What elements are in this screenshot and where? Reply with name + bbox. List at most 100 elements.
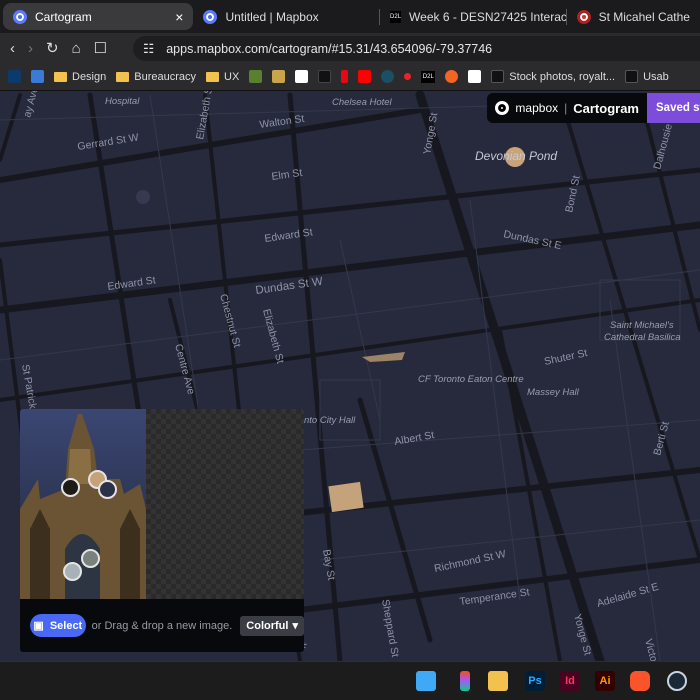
windows-start-icon[interactable] [416,671,436,691]
bookmark-label: Usab [643,70,669,83]
color-swatch-3[interactable] [98,480,117,499]
tab-label: Cartogram [35,9,92,24]
tab-st-michael[interactable]: St Micahel Cathe [567,3,700,30]
drag-drop-hint: or Drag & drop a new image. [91,619,233,632]
map-label: Edward St [264,226,314,245]
home-icon[interactable]: ⌂ [72,40,81,57]
color-swatch-5[interactable] [63,562,82,581]
mapbox-brand: mapbox | Cartogram [487,93,647,123]
product-name: Cartogram [573,100,639,116]
bookmark-icon[interactable]: ☐ [94,39,107,57]
netflix-bookmark-icon[interactable] [341,70,349,83]
photoshop-icon[interactable]: Ps [525,671,545,691]
select-label: Select [49,619,83,632]
reload-icon[interactable]: ↻ [46,39,59,57]
bookmark-folder-ux[interactable]: UX [206,71,239,83]
color-swatch-4[interactable] [81,549,100,568]
forward-icon[interactable]: › [28,40,33,57]
disney-bookmark-icon[interactable] [381,70,395,83]
amazon-bookmark-icon[interactable] [295,70,309,83]
bookmark-stock-photos[interactable]: Stock photos, royalt... [491,70,615,83]
style-value: Colorful [246,619,289,632]
map-label: Cathedral Basilica [604,332,681,343]
map-label: Shuter St [543,347,588,368]
bookmark-folder-bureaucracy[interactable]: Bureaucracy [116,71,196,83]
bookmark-label: UX [224,70,240,83]
tab-label: St Micahel Cathe [598,9,690,24]
map-label: Hospital [105,96,140,107]
map-label: Bay St [320,548,337,581]
tab-strip: Cartogram × Untitled | Mapbox D2L Week 6 -… [0,0,700,33]
select-image-button[interactable]: ▣ Select [30,614,86,637]
map-label: Adelaide St E [596,581,660,610]
folder-icon [116,71,130,82]
site-icon [576,9,591,24]
map-label: Elizabeth St [194,91,216,141]
map-label: Devonian Pond [475,149,557,163]
saved-styles-button[interactable]: Saved sty [647,93,700,123]
cathedral-illustration [20,414,146,599]
tab-untitled-mapbox[interactable]: Untitled | Mapbox [193,3,379,30]
caret-down-icon: ▾ [292,620,298,632]
map-label: Saint Michael's [610,320,674,331]
photoshop-bookmark-icon[interactable] [8,70,21,83]
brave-icon[interactable] [630,671,650,691]
map-label: Chestnut St [217,293,243,349]
figma-icon[interactable] [460,671,470,691]
illustrator-icon[interactable]: Ai [595,671,615,691]
tab-label: Week 6 - DESN27425 Interaction Des [409,9,566,24]
style-dropdown[interactable]: Colorful ▾ [240,615,304,636]
mapbox-logo-text: mapbox [515,101,559,115]
bookmark-label: Design [72,70,107,83]
map-label: Albert St [393,429,435,448]
taskbar: Ps Id Ai [0,661,700,700]
url-text[interactable]: apps.mapbox.com/cartogram/#15.31/43.6540… [166,42,492,56]
stock-icon [491,70,505,83]
map-label: Chelsea Hotel [332,97,393,108]
bookmark-icon [625,70,639,83]
steam-icon[interactable] [667,671,687,691]
youtube-music-bookmark-icon[interactable] [404,73,412,80]
map-label: Bond St [563,175,583,214]
map-label: ay Ave [21,91,41,119]
map-label: nto City Hall [304,415,356,426]
bookmark-label: Stock photos, royalt... [509,70,616,83]
map-label: Victoria St [642,638,666,661]
bookmark-folder-design[interactable]: Design [54,71,106,83]
map-label: CF Toronto Eaton Centre [418,374,524,385]
map-canvas[interactable]: Hospital Elizabeth St Walton St Chelsea … [0,91,700,661]
bookmark-icon[interactable] [445,70,459,83]
tab-cartogram[interactable]: Cartogram × [3,3,194,30]
chess-bookmark-icon[interactable] [249,70,263,83]
nav-bar: ‹ › ↻ ⌂ ☐ ☷ apps.mapbox.com/cartogram/#15… [0,33,700,63]
cartogram-header: mapbox | Cartogram Saved sty [487,93,700,123]
folder-icon [206,71,220,82]
close-tab-icon[interactable]: × [175,9,183,25]
bookmarks-bar: Design Bureaucracy UX D2L Stock photos, … [0,63,700,91]
map-label: Elizabeth St [260,308,286,365]
image-icon: ▣ [33,620,44,632]
cathedral-photo [20,409,146,599]
mapbox-icon [13,9,27,24]
site-settings-icon[interactable]: ☷ [143,41,154,56]
map-label: Massey Hall [527,387,580,398]
indesign-icon[interactable]: Id [560,671,580,691]
bookmark-label: Bureaucracy [134,70,197,83]
youtube-bookmark-icon[interactable] [358,70,372,83]
d2l-bookmark-icon[interactable]: D2L [421,70,436,83]
play-bookmark-icon[interactable] [318,70,332,83]
folder-icon [54,71,67,82]
bookmark-usab[interactable]: Usab [625,70,669,83]
transparent-preview [146,409,304,599]
image-upload-panel: ▣ Select or Drag & drop a new image. Colo… [20,409,304,652]
color-swatch-1[interactable] [61,478,80,497]
mail-bookmark-icon[interactable] [31,70,44,83]
tab-d2l[interactable]: D2L Week 6 - DESN27425 Interaction Des [380,3,566,30]
bookmark-icon[interactable] [272,70,286,83]
back-icon[interactable]: ‹ [10,40,15,57]
map-label: Centre Ave [172,343,197,396]
map-label: Sheppard St [379,598,401,658]
file-explorer-icon[interactable] [488,671,508,691]
address-bar[interactable]: ☷ apps.mapbox.com/cartogram/#15.31/43.654… [133,36,700,61]
k-bookmark-icon[interactable] [468,70,482,83]
